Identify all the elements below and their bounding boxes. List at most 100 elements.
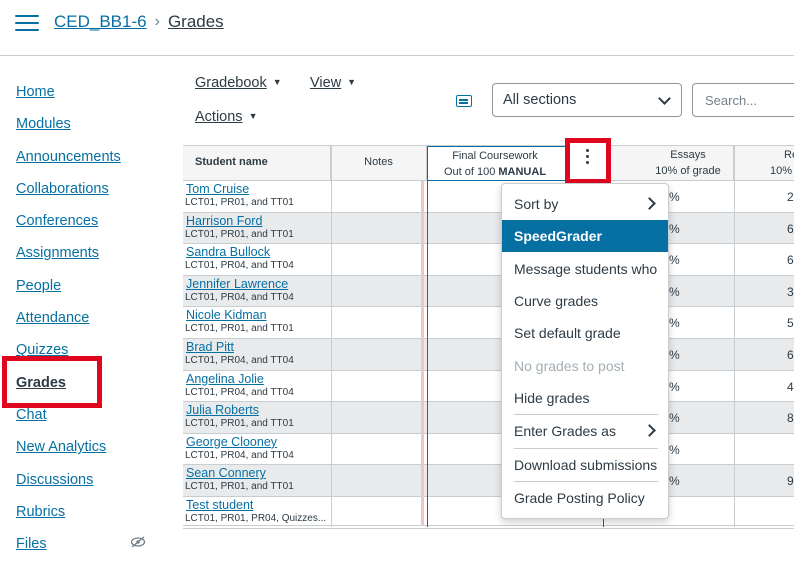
student-sections: LCT01, PR01, and TT01 xyxy=(185,418,294,430)
menu-item-enter-grades-as[interactable]: Enter Grades as xyxy=(502,415,668,447)
student-name-link[interactable]: Harrison Ford xyxy=(186,214,262,228)
student-name-link[interactable]: George Clooney xyxy=(186,435,277,449)
menu-item-label: SpeedGrader xyxy=(514,228,602,244)
essays-grade-cell[interactable]: % xyxy=(669,380,680,394)
sidebar-item-label[interactable]: Announcements xyxy=(16,149,121,165)
sidebar-item-label[interactable]: New Analytics xyxy=(16,439,106,455)
menu-item-grade-posting-policy[interactable]: Grade Posting Policy xyxy=(502,482,668,514)
sidebar-item-label[interactable]: Modules xyxy=(16,116,71,132)
essays-grade-cell[interactable]: % xyxy=(669,222,680,236)
next-grade-cell[interactable]: 2 xyxy=(787,190,794,204)
column-options-button[interactable] xyxy=(565,138,611,184)
student-name-link[interactable]: Brad Pitt xyxy=(186,341,234,354)
column-header-sublabel: 10% of grade xyxy=(655,165,721,177)
sidebar-item-discussions[interactable]: Discussions xyxy=(16,472,166,504)
essays-grade-cell[interactable]: % xyxy=(669,253,680,267)
menu-item-message-students[interactable]: Message students who xyxy=(502,253,668,285)
sidebar-item-label[interactable]: People xyxy=(16,278,61,294)
eye-slash-icon xyxy=(130,536,146,551)
top-bar: CED_BB1-6 › Grades xyxy=(0,0,794,56)
column-header-student[interactable]: Student name xyxy=(183,146,331,181)
student-name-link[interactable]: Sandra Bullock xyxy=(186,246,270,259)
essays-grade-cell[interactable]: % xyxy=(669,285,680,299)
student-name-link[interactable]: Sean Connery xyxy=(186,467,266,480)
sidebar-item-label[interactable]: Chat xyxy=(16,407,47,423)
essays-grade-cell[interactable]: % xyxy=(669,190,680,204)
sidebar-item-assignments[interactable]: Assignments xyxy=(16,245,166,277)
menu-item-curve-grades[interactable]: Curve grades xyxy=(502,285,668,317)
sidebar-item-collaborations[interactable]: Collaborations xyxy=(16,181,166,213)
sidebar-item-label[interactable]: Home xyxy=(16,84,55,100)
search-placeholder: Search... xyxy=(705,93,758,108)
sidebar-item-chat[interactable]: Chat xyxy=(16,407,166,439)
next-grade-cell[interactable]: 8 xyxy=(787,411,794,425)
sidebar-item-people[interactable]: People xyxy=(16,278,166,310)
sections-select[interactable]: All sections xyxy=(492,83,682,117)
sidebar-item-label[interactable]: Conferences xyxy=(16,213,98,229)
column-divider xyxy=(427,146,428,527)
student-name-link[interactable]: Test student xyxy=(186,499,253,512)
menu-item-label: Sort by xyxy=(514,196,559,212)
student-name-link[interactable]: Jennifer Lawrence xyxy=(186,277,288,291)
column-header-essays[interactable]: Essays 10% of grade xyxy=(603,146,734,181)
breadcrumb-course-link[interactable]: CED_BB1-6 xyxy=(54,12,147,32)
next-grade-cell[interactable]: 5 xyxy=(787,316,794,330)
sidebar-item-conferences[interactable]: Conferences xyxy=(16,213,166,245)
student-name-link[interactable]: Nicole Kidman xyxy=(186,309,267,322)
search-input[interactable]: Search... xyxy=(692,83,794,117)
table-row: Angelina Jolie LCT01, PR04, and TT04% 4 xyxy=(183,371,794,403)
keyboard-icon[interactable] xyxy=(456,95,472,107)
breadcrumb-current[interactable]: Grades xyxy=(168,12,224,32)
next-grade-cell[interactable]: 3 xyxy=(787,285,794,299)
essays-grade-cell[interactable]: % xyxy=(669,316,680,330)
actions-menu-button[interactable]: Actions ▼ xyxy=(195,109,257,125)
sidebar-item-announcements[interactable]: Announcements xyxy=(16,149,166,181)
menu-item-label: Download submissions xyxy=(514,457,658,473)
sidebar-item-attendance[interactable]: Attendance xyxy=(16,310,166,342)
caret-down-icon: ▼ xyxy=(347,77,357,87)
next-grade-cell[interactable]: 6 xyxy=(787,348,794,362)
column-divider xyxy=(734,146,735,527)
sidebar-item-label[interactable]: Collaborations xyxy=(16,181,109,197)
sidebar-item-files[interactable]: Files xyxy=(16,536,166,568)
menu-item-label: Enter Grades as xyxy=(514,423,616,439)
student-name-link[interactable]: Tom Cruise xyxy=(186,183,249,196)
column-header-label: Re xyxy=(784,149,794,161)
student-sections: LCT01, PR04, and TT04 xyxy=(185,291,294,303)
next-grade-cell[interactable]: 9 xyxy=(787,474,794,488)
sidebar-item-label[interactable]: Attendance xyxy=(16,310,89,326)
next-grade-cell[interactable]: 6 xyxy=(787,222,794,236)
menu-item-label: Curve grades xyxy=(514,293,599,309)
actions-menu-label: Actions xyxy=(195,109,243,125)
sidebar-item-new-analytics[interactable]: New Analytics xyxy=(16,439,166,471)
column-header-label: Essays xyxy=(670,149,706,161)
sidebar-item-label[interactable]: Files xyxy=(16,536,47,552)
gradebook-menu-button[interactable]: Gradebook ▼ xyxy=(195,75,282,91)
menu-item-download-submissions[interactable]: Download submissions xyxy=(502,449,668,481)
course-navigation: Home Modules Announcements Collaboration… xyxy=(16,84,166,568)
sections-select-value: All sections xyxy=(503,92,577,108)
sidebar-item-modules[interactable]: Modules xyxy=(16,116,166,148)
essays-grade-cell[interactable]: % xyxy=(669,411,680,425)
menu-item-hide-grades[interactable]: Hide grades xyxy=(502,382,668,414)
column-header-next[interactable]: Re 10% xyxy=(734,146,794,181)
sidebar-item-label[interactable]: Rubrics xyxy=(16,504,65,520)
essays-grade-cell[interactable]: % xyxy=(669,348,680,362)
sidebar-item-label[interactable]: Discussions xyxy=(16,472,93,488)
menu-item-set-default-grade[interactable]: Set default grade xyxy=(502,317,668,349)
sidebar-item-label[interactable]: Assignments xyxy=(16,245,99,261)
breadcrumb: CED_BB1-6 › Grades xyxy=(54,12,224,32)
column-header-notes[interactable]: Notes xyxy=(331,146,427,181)
view-menu-button[interactable]: View ▼ xyxy=(310,75,356,91)
essays-grade-cell[interactable]: % xyxy=(669,474,680,488)
next-grade-cell[interactable]: 6 xyxy=(787,253,794,267)
next-grade-cell[interactable]: 4 xyxy=(787,380,794,394)
essays-grade-cell[interactable]: % xyxy=(669,443,680,457)
student-name-link[interactable]: Julia Roberts xyxy=(186,404,259,417)
student-name-link[interactable]: Angelina Jolie xyxy=(186,372,264,386)
menu-item-sort-by[interactable]: Sort by xyxy=(502,188,668,220)
menu-item-speedgrader[interactable]: SpeedGrader xyxy=(502,220,668,252)
sidebar-item-rubrics[interactable]: Rubrics xyxy=(16,504,166,536)
hamburger-menu-icon[interactable] xyxy=(15,15,39,31)
sidebar-item-home[interactable]: Home xyxy=(16,84,166,116)
